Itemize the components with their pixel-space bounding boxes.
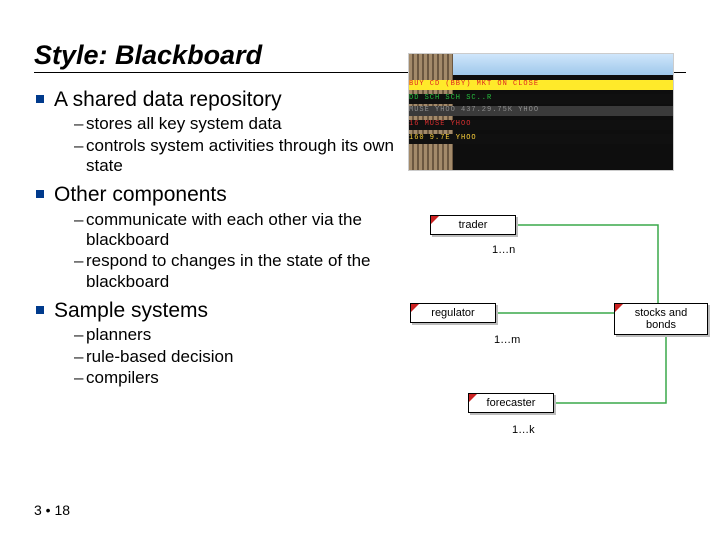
bullet-head-2: Other components: [54, 182, 227, 207]
node-trader: trader: [430, 215, 516, 235]
bullet-icon: [36, 306, 44, 314]
sub-2-1: communicate with each other via the blac…: [86, 210, 394, 251]
ticker-row-3: MUSE YHOO 437.29.75K YHOO: [409, 106, 673, 116]
slide-number: 3 • 18: [34, 502, 70, 518]
diagram-connectors: [408, 215, 710, 475]
dash-icon: –: [74, 251, 86, 271]
edge-label-1n: 1…n: [492, 244, 515, 256]
dash-icon: –: [74, 136, 86, 156]
dash-icon: –: [74, 325, 86, 345]
sub-1-1: stores all key system data: [86, 114, 282, 134]
bullet-head-3: Sample systems: [54, 298, 208, 323]
sub-3-3: compilers: [86, 368, 159, 388]
bullet-head-1: A shared data repository: [54, 87, 282, 112]
dash-icon: –: [74, 368, 86, 388]
stock-ticker-photo: BUY CD (BBY) MKT ON CLOSE DD SCH SCH SC.…: [408, 53, 674, 171]
edge-label-1k: 1…k: [512, 424, 535, 436]
dash-icon: –: [74, 210, 86, 230]
sub-1-2: controls system activities through its o…: [86, 136, 394, 177]
ticker-row-4: 16 MUSE YHOO: [409, 120, 673, 130]
sub-3-2: rule-based decision: [86, 347, 233, 367]
bullet-icon: [36, 95, 44, 103]
ticker-row-2: DD SCH SCH SC..R: [409, 94, 673, 104]
dash-icon: –: [74, 114, 86, 134]
ticker-row-5: 160 9.7E YHOO: [409, 134, 673, 144]
sub-3-1: planners: [86, 325, 151, 345]
ticker-row-1: BUY CD (BBY) MKT ON CLOSE: [409, 80, 673, 90]
node-regulator: regulator: [410, 303, 496, 323]
node-stocks: stocks and bonds: [614, 303, 708, 335]
blackboard-diagram: trader regulator forecaster stocks and b…: [408, 215, 710, 475]
dash-icon: –: [74, 347, 86, 367]
node-forecaster: forecaster: [468, 393, 554, 413]
bullet-icon: [36, 190, 44, 198]
sub-2-2: respond to changes in the state of the b…: [86, 251, 394, 292]
edge-label-1m: 1…m: [494, 334, 520, 346]
